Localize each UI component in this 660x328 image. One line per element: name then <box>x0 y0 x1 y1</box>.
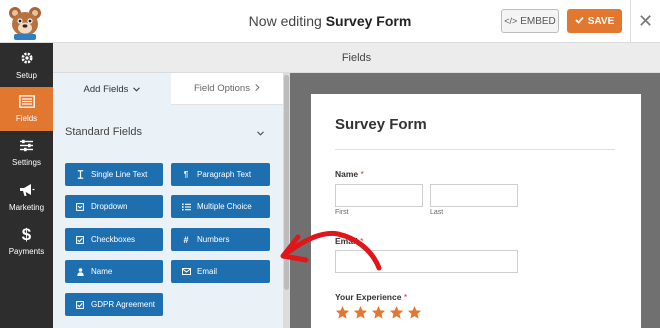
field-button-gdpr-agreement[interactable]: GDPR Agreement <box>65 293 163 316</box>
last-sublabel: Last <box>430 209 444 216</box>
page-title: Now editing Survey Form <box>0 13 660 29</box>
email-input[interactable] <box>335 250 518 273</box>
tab-add-fields[interactable]: Add Fields <box>53 73 171 105</box>
checkmark-icon <box>575 16 584 27</box>
field-button-email[interactable]: Email <box>171 260 270 283</box>
field-button-label: Multiple Choice <box>197 202 252 211</box>
add-fields-panel: Add Fields Field Options Standard Fields… <box>53 73 290 328</box>
embed-label: EMBED <box>520 15 556 27</box>
field-button-paragraph-text[interactable]: ¶ Paragraph Text <box>171 163 270 186</box>
text-cursor-icon <box>75 170 85 179</box>
field-button-single-line-text[interactable]: Single Line Text <box>65 163 163 186</box>
star-icon[interactable] <box>389 305 404 320</box>
sidebar-item-label: Fields <box>15 114 38 123</box>
sidebar-item-label: Setup <box>16 70 37 80</box>
panel-tabs: Add Fields Field Options <box>53 73 283 105</box>
close-icon[interactable]: ✕ <box>630 0 660 43</box>
email-field-label[interactable]: Email * <box>335 236 363 246</box>
dollar-icon: $ <box>21 224 32 244</box>
paragraph-icon: ¶ <box>183 170 189 179</box>
panel-scrollbar[interactable] <box>283 73 290 328</box>
first-name-input[interactable] <box>335 184 423 207</box>
envelope-icon <box>181 268 191 275</box>
save-label: SAVE <box>587 15 615 27</box>
fields-list-icon <box>18 95 35 110</box>
field-button-multiple-choice[interactable]: Multiple Choice <box>171 195 270 218</box>
field-label-text: Name <box>335 169 359 179</box>
fields-header: Fields <box>53 43 660 73</box>
form-preview-card: Survey Form Name * First Last Email * Yo… <box>311 94 641 328</box>
embed-button[interactable]: </> EMBED <box>501 9 559 33</box>
required-mark: * <box>360 236 364 246</box>
field-button-label: Name <box>91 267 113 276</box>
sidebar-item-setup[interactable]: Setup <box>0 43 53 87</box>
title-prefix: Now editing <box>248 13 322 29</box>
chevron-right-icon <box>255 83 260 94</box>
checkbox-icon <box>75 235 85 244</box>
star-icon[interactable] <box>371 305 386 320</box>
field-button-label: Checkboxes <box>91 235 136 244</box>
field-button-checkboxes[interactable]: Checkboxes <box>65 228 163 251</box>
form-title: Survey Form <box>335 116 427 133</box>
sidebar-item-fields[interactable]: Fields <box>0 87 53 131</box>
top-bar: Now editing Survey Form </> EMBED SAVE ✕ <box>0 0 660 43</box>
tab-label: Field Options <box>194 83 250 94</box>
tab-label: Add Fields <box>83 83 129 95</box>
section-title-standard-fields[interactable]: Standard Fields <box>65 126 270 138</box>
field-button-dropdown[interactable]: Dropdown <box>65 195 163 218</box>
star-icon[interactable] <box>335 305 350 320</box>
sidebar: Setup Fields Settings Marketing $ Paymen… <box>0 43 53 328</box>
name-field-label[interactable]: Name * <box>335 169 364 179</box>
scrollbar-thumb[interactable] <box>284 75 289 290</box>
hash-icon: # <box>183 234 189 245</box>
tab-field-options[interactable]: Field Options <box>171 73 283 105</box>
checkbox-icon <box>75 300 85 309</box>
sidebar-item-marketing[interactable]: Marketing <box>0 175 53 219</box>
star-icon[interactable] <box>407 305 422 320</box>
required-mark: * <box>403 292 408 302</box>
list-icon <box>181 203 191 211</box>
sliders-icon <box>19 139 34 154</box>
field-button-numbers[interactable]: # Numbers <box>171 228 270 251</box>
save-button[interactable]: SAVE <box>567 9 622 33</box>
field-button-label: GDPR Agreement <box>91 300 156 309</box>
field-button-label: Paragraph Text <box>197 170 252 179</box>
gear-icon <box>20 51 34 67</box>
user-icon <box>75 267 85 276</box>
required-mark: * <box>360 169 364 179</box>
sidebar-item-label: Payments <box>8 246 45 256</box>
field-button-label: Single Line Text <box>91 170 148 179</box>
megaphone-icon <box>19 183 35 199</box>
experience-field-label[interactable]: Your Experience * <box>335 292 407 302</box>
field-label-text: Your Experience <box>335 292 402 302</box>
code-icon: </> <box>504 16 518 26</box>
sidebar-item-settings[interactable]: Settings <box>0 131 53 175</box>
field-button-label: Email <box>197 267 218 276</box>
field-button-label: Dropdown <box>91 202 128 211</box>
last-name-input[interactable] <box>430 184 518 207</box>
rating-stars[interactable] <box>335 305 422 320</box>
form-name: Survey Form <box>325 13 412 29</box>
sidebar-item-label: Marketing <box>8 202 45 212</box>
first-sublabel: First <box>335 209 349 216</box>
form-preview-area: Survey Form Name * First Last Email * Yo… <box>290 73 660 328</box>
chevron-down-icon <box>133 84 141 95</box>
field-label-text: Email <box>335 236 358 246</box>
sidebar-item-payments[interactable]: $ Payments <box>0 219 53 263</box>
star-icon[interactable] <box>353 305 368 320</box>
sidebar-item-label: Settings <box>12 158 41 167</box>
field-button-name[interactable]: Name <box>65 260 163 283</box>
dropdown-icon <box>75 202 85 211</box>
chevron-down-icon[interactable] <box>257 128 264 138</box>
field-button-label: Numbers <box>197 235 230 244</box>
divider <box>335 149 615 150</box>
